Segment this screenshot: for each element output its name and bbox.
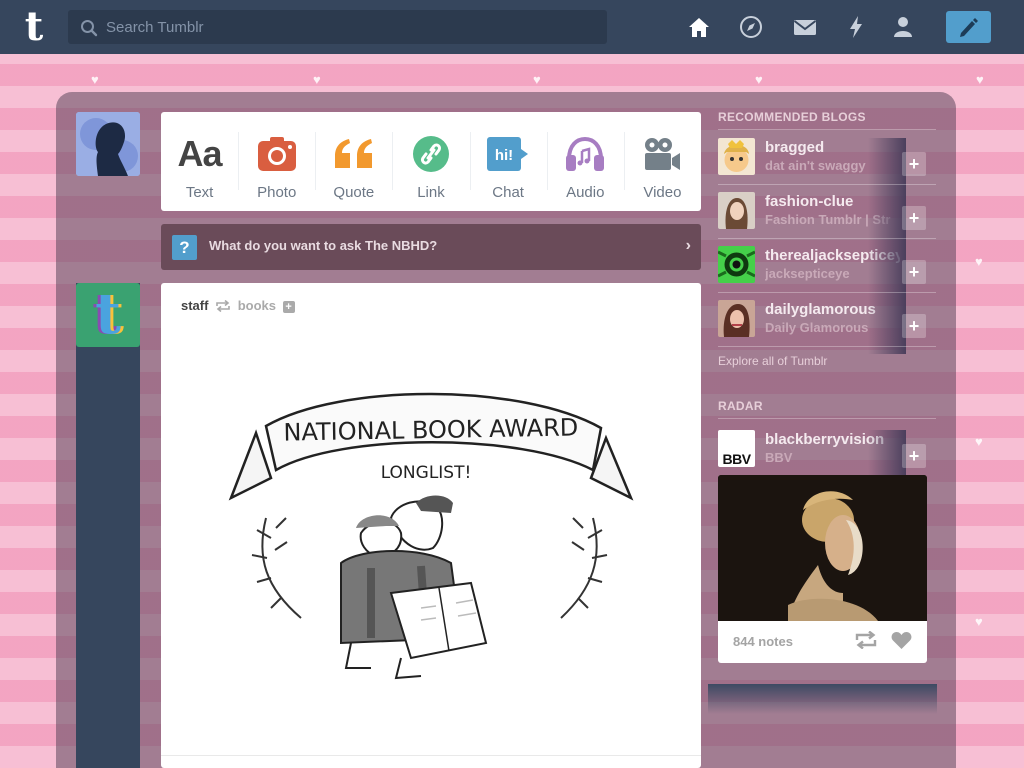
text-icon: Aa (177, 133, 223, 174)
radar-photo[interactable] (718, 475, 927, 621)
compose-icon (960, 18, 978, 37)
audio-icon (566, 137, 605, 171)
blog-avatar (718, 138, 755, 175)
activity-icon[interactable] (843, 14, 869, 40)
post-type-video[interactable]: Video (623, 112, 701, 211)
ask-prompt: What do you want to ask The NBHD? (209, 238, 438, 253)
staff-avatar[interactable]: t (76, 283, 140, 347)
post-type-label: Link (417, 184, 445, 201)
explore-link[interactable]: Explore all of Tumblr (718, 354, 827, 368)
compose-button[interactable] (946, 11, 991, 43)
post-type-label: Audio (566, 184, 605, 201)
recommended-blogs-heading: RECOMMENDED BLOGS (718, 110, 866, 124)
explore-icon[interactable] (738, 14, 764, 40)
ask-icon: ? (172, 235, 197, 260)
reblog-icon[interactable] (855, 631, 877, 649)
post-type-audio[interactable]: Audio (546, 112, 624, 211)
follow-button[interactable]: + (902, 206, 926, 230)
post: staff books + NATIONAL BOOK AWARD LONGLI… (161, 283, 701, 768)
post-type-label: Chat (492, 184, 524, 201)
top-navigation: t (0, 0, 1024, 54)
radar-post: 844 notes (718, 475, 927, 663)
home-icon[interactable] (686, 14, 712, 40)
blog-avatar (718, 192, 755, 229)
post-type-photo[interactable]: Photo (238, 112, 315, 211)
post-type-text[interactable]: Aa Text (161, 112, 238, 211)
divider (718, 129, 936, 130)
follow-button[interactable]: + (902, 444, 926, 468)
like-heart-icon[interactable] (891, 631, 912, 649)
divider (718, 292, 936, 293)
chevron-right-icon: › (685, 237, 691, 254)
svg-text:hi!: hi! (495, 147, 513, 164)
post-type-link[interactable]: Link (392, 112, 469, 211)
post-author[interactable]: staff (181, 298, 208, 313)
post-type-label: Text (185, 184, 214, 201)
quote-icon (334, 139, 372, 168)
chat-icon: hi! (487, 137, 529, 171)
search-input[interactable] (106, 10, 586, 44)
reblog-icon (216, 300, 230, 312)
follow-button[interactable]: + (902, 152, 926, 176)
post-avatar-column (76, 283, 140, 768)
follow-button[interactable]: + (902, 314, 926, 338)
divider (718, 238, 936, 239)
reblogged-from[interactable]: books (238, 298, 276, 313)
post-type-chat[interactable]: hi! Chat (469, 112, 547, 211)
divider (718, 418, 936, 419)
banner-subtitle: LONGLIST! (381, 463, 472, 483)
radar-heading: RADAR (718, 399, 763, 413)
post-type-label: Photo (257, 184, 297, 201)
post-footer-divider (161, 755, 701, 756)
user-avatar-image (76, 112, 140, 176)
sidebar-footer (708, 684, 937, 714)
blog-avatar (718, 246, 755, 283)
blog-avatar-logo: BBV (722, 451, 751, 467)
follow-plus-icon[interactable]: + (282, 301, 295, 313)
link-icon (412, 136, 449, 172)
avatar[interactable] (76, 112, 140, 176)
banner-text: NATIONAL BOOK AWARD (283, 413, 578, 446)
search-icon (81, 20, 98, 37)
post-image[interactable]: NATIONAL BOOK AWARD LONGLIST! (221, 378, 641, 698)
video-icon (645, 138, 681, 170)
tumblr-logo[interactable]: t (18, 7, 50, 47)
divider (718, 184, 936, 185)
account-icon[interactable] (890, 14, 916, 40)
post-type-selector: Aa Text Photo Quote Link hi! Chat Audio … (161, 112, 701, 211)
post-type-label: Video (643, 184, 682, 201)
photo-icon (257, 137, 296, 171)
notes-count[interactable]: 844 notes (733, 634, 793, 649)
staff-avatar-logo: t (95, 281, 121, 347)
follow-button[interactable]: + (902, 260, 926, 284)
divider (718, 346, 936, 347)
post-type-quote[interactable]: Quote (315, 112, 392, 211)
inbox-icon[interactable] (792, 14, 818, 40)
search-bar[interactable] (68, 10, 607, 44)
post-type-label: Quote (333, 184, 375, 201)
blog-avatar (718, 300, 755, 337)
ask-bar[interactable]: ? What do you want to ask The NBHD? › (161, 224, 701, 270)
blog-avatar: BBV (718, 430, 755, 467)
post-header: staff books + (181, 298, 295, 313)
